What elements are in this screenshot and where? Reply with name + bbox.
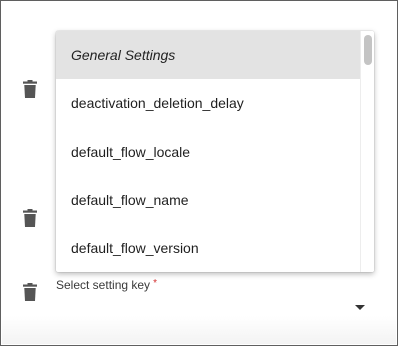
- option-default-flow-locale[interactable]: default_flow_locale: [56, 128, 360, 176]
- settings-panel: General Settings deactivation_deletion_d…: [0, 0, 398, 346]
- setting-key-dropdown-menu: General Settings deactivation_deletion_d…: [56, 31, 374, 272]
- option-label: General Settings: [71, 47, 176, 63]
- trash-icon: [23, 283, 37, 301]
- option-label: default_flow_version: [71, 240, 199, 256]
- option-deactivation-deletion-delay[interactable]: deactivation_deletion_delay: [56, 79, 360, 127]
- dropdown-scrollbar[interactable]: [360, 31, 374, 272]
- option-default-flow-version[interactable]: default_flow_version: [56, 224, 360, 272]
- scrollbar-thumb[interactable]: [364, 35, 372, 65]
- option-label: default_flow_name: [71, 192, 189, 208]
- option-default-flow-name[interactable]: default_flow_name: [56, 176, 360, 224]
- option-label: deactivation_deletion_delay: [71, 95, 244, 111]
- dropdown-caret-icon[interactable]: [355, 305, 365, 310]
- required-marker: *: [153, 278, 157, 289]
- trash-icon: [23, 80, 37, 98]
- delete-setting-button[interactable]: [23, 80, 37, 98]
- setting-key-label: Select setting key *: [56, 278, 157, 292]
- bottom-divider: [2, 316, 396, 344]
- setting-key-label-text: Select setting key: [56, 278, 151, 292]
- option-group-header: General Settings: [56, 31, 360, 79]
- trash-icon: [23, 209, 37, 227]
- delete-setting-button[interactable]: [23, 283, 37, 301]
- option-label: default_flow_locale: [71, 144, 191, 160]
- delete-setting-button[interactable]: [23, 209, 37, 227]
